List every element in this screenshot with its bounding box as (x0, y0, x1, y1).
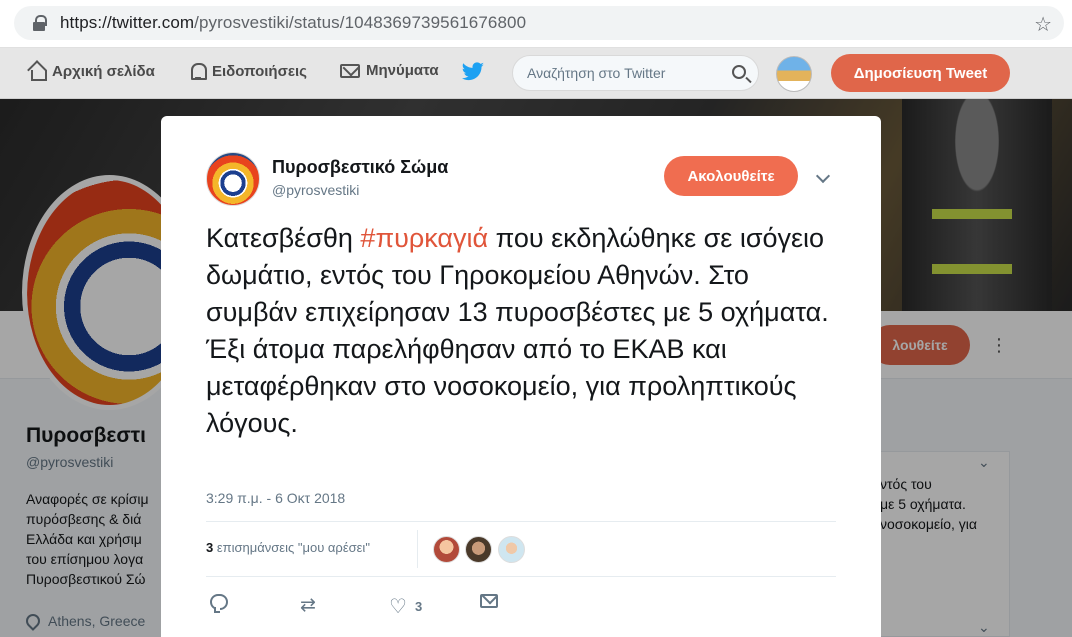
liker-avatar[interactable] (498, 536, 525, 563)
liker-avatar[interactable] (433, 536, 460, 563)
like-button[interactable]: ♡ 3 (389, 594, 422, 619)
like-count: 3 (414, 599, 423, 614)
nav-home-label: Αρχική σελίδα (52, 62, 155, 80)
tweet-permalink-modal: Πυροσβεστικό Σώμα @pyrosvestiki Ακολουθε… (161, 116, 881, 637)
reply-icon (210, 594, 228, 613)
nav-messages[interactable]: Μηνύματα (340, 62, 439, 79)
nav-home[interactable]: Αρχική σελίδα (28, 62, 155, 81)
user-avatar[interactable] (776, 56, 812, 92)
divider (206, 576, 836, 577)
url-text[interactable]: https://twitter.com/pyrosvestiki/status/… (60, 13, 526, 33)
retweet-icon: ⇄ (300, 595, 316, 616)
following-button[interactable]: Ακολουθείτε (664, 156, 798, 196)
likes-label: επισημάνσεις "μου αρέσει" (216, 540, 370, 555)
nav-notifications-label: Ειδοποιήσεις (212, 62, 307, 80)
envelope-icon (480, 594, 498, 608)
chevron-down-icon[interactable] (815, 168, 831, 184)
likes-count: 3 (206, 540, 214, 555)
tweet-text: Κατεσβέσθη #πυρκαγιά που εκδηλώθηκε σε ι… (206, 220, 846, 442)
browser-toolbar: https://twitter.com/pyrosvestiki/status/… (0, 0, 1072, 48)
retweet-button[interactable]: ⇄ (300, 594, 316, 617)
address-bar[interactable]: https://twitter.com/pyrosvestiki/status/… (14, 6, 1064, 40)
hashtag-link[interactable]: #πυρκαγιά (360, 223, 488, 253)
author-avatar[interactable] (206, 152, 260, 206)
search-icon[interactable] (732, 65, 746, 79)
tweet-text-rest: που εκδηλώθηκε σε ισόγειο δωμάτιο, εντός… (206, 223, 829, 438)
divider (206, 521, 836, 522)
twitter-bird-icon[interactable] (460, 60, 486, 84)
twitter-nav: Αρχική σελίδα Ειδοποιήσεις Μηνύματα Αναζ… (0, 48, 1072, 99)
author-name[interactable]: Πυροσβεστικό Σώμα (272, 157, 448, 178)
direct-message-button[interactable] (480, 594, 498, 608)
nav-messages-label: Μηνύματα (366, 62, 439, 79)
divider (417, 530, 418, 568)
star-icon[interactable]: ☆ (1034, 12, 1052, 37)
url-path: /pyrosvestiki/status/1048369739561676800 (194, 13, 527, 32)
tweet-timestamp[interactable]: 3:29 π.μ. - 6 Οκτ 2018 (206, 490, 345, 506)
likes-stat[interactable]: 3 επισημάνσεις "μου αρέσει" (206, 540, 370, 555)
tweet-text-start: Κατεσβέσθη (206, 223, 361, 253)
author-handle[interactable]: @pyrosvestiki (272, 182, 359, 198)
bell-icon (190, 62, 207, 80)
nav-notifications[interactable]: Ειδοποιήσεις (190, 62, 307, 80)
reply-button[interactable] (210, 594, 228, 613)
home-icon (28, 62, 47, 81)
envelope-icon (340, 63, 360, 78)
liker-avatar[interactable] (465, 536, 492, 563)
heart-icon: ♡ (389, 596, 407, 618)
compose-tweet-button[interactable]: Δημοσίευση Tweet (831, 54, 1010, 92)
search-placeholder: Αναζήτηση στο Twitter (527, 65, 666, 81)
url-host: https://twitter.com (60, 13, 195, 32)
lock-icon[interactable] (32, 15, 47, 31)
search-input[interactable]: Αναζήτηση στο Twitter (512, 55, 759, 91)
